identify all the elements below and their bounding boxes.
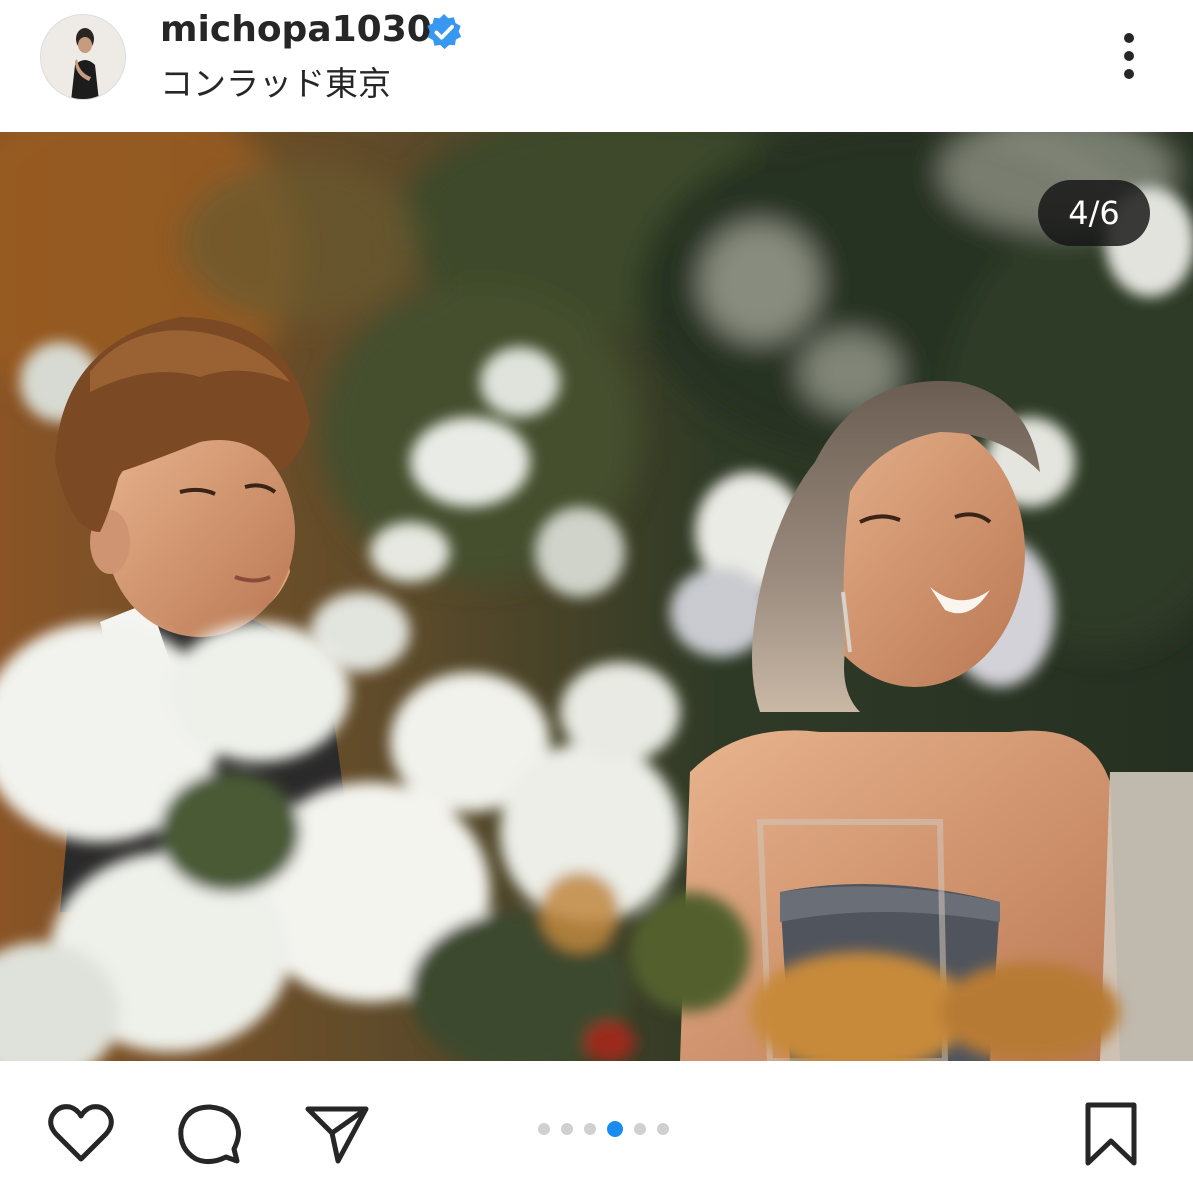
photo-image — [0, 132, 1193, 1061]
carousel-counter: 4/6 — [1038, 180, 1150, 246]
carousel-dot — [584, 1123, 596, 1135]
username[interactable]: michopa1030 — [160, 8, 432, 52]
location-label[interactable]: コンラッド東京 — [160, 64, 391, 104]
verified-badge-icon — [427, 13, 462, 50]
post-photo[interactable] — [0, 132, 1193, 1061]
carousel-dot — [561, 1123, 573, 1135]
carousel-dot — [634, 1123, 646, 1135]
carousel-dots — [538, 1121, 669, 1137]
action-bar — [0, 1061, 1193, 1200]
speech-bubble-icon[interactable] — [174, 1099, 244, 1169]
carousel-dot — [538, 1123, 550, 1135]
avatar-image — [41, 15, 125, 99]
paper-plane-icon[interactable] — [302, 1099, 372, 1169]
profile-avatar[interactable] — [40, 14, 126, 100]
post-header: michopa1030 コンラッド東京 — [0, 0, 1193, 132]
vertical-ellipsis-icon[interactable] — [1104, 26, 1154, 86]
bookmark-outline-icon[interactable] — [1076, 1099, 1146, 1169]
carousel-dot-active — [607, 1121, 623, 1137]
carousel-dot — [657, 1123, 669, 1135]
heart-outline-icon[interactable] — [46, 1099, 116, 1169]
instagram-post: michopa1030 コンラッド東京 4/6 — [0, 0, 1193, 1200]
